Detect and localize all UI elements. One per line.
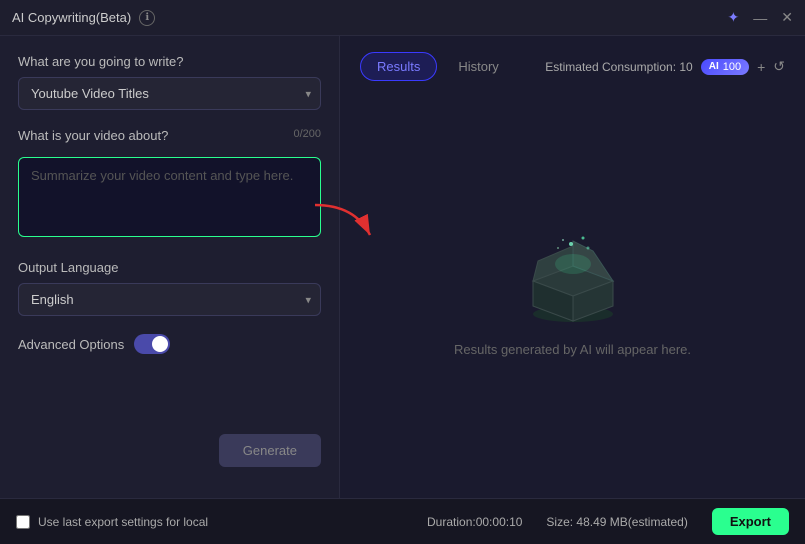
export-settings-checkbox[interactable] — [16, 515, 30, 529]
title-bar: AI Copywriting(Beta) ℹ ✦ — ✕ — [0, 0, 805, 36]
credits-count: 100 — [723, 61, 741, 73]
output-lang-select[interactable]: English Spanish French German Chinese — [18, 283, 321, 316]
consumption-area: Estimated Consumption: 10 AI 100 + ↺ — [545, 58, 785, 75]
video-about-wrapper — [18, 157, 321, 242]
results-area: Results generated by AI will appear here… — [360, 101, 785, 482]
title-bar-left: AI Copywriting(Beta) ℹ — [12, 10, 155, 26]
app-title: AI Copywriting(Beta) — [12, 10, 131, 25]
output-lang-wrapper: English Spanish French German Chinese ▾ — [18, 283, 321, 316]
minimize-icon[interactable]: — — [753, 10, 767, 26]
right-header: Results History Estimated Consumption: 1… — [360, 52, 785, 81]
video-about-label: What is your video about? — [18, 128, 168, 143]
export-button[interactable]: Export — [712, 508, 789, 535]
main-content: What are you going to write? Youtube Vid… — [0, 36, 805, 498]
star-icon[interactable]: ✦ — [728, 9, 740, 26]
write-label: What are you going to write? — [18, 54, 321, 69]
info-icon[interactable]: ℹ — [139, 10, 155, 26]
window-controls: ✦ — ✕ — [728, 9, 793, 26]
generate-btn-wrapper: Generate — [18, 434, 321, 467]
duration: Duration:00:00:10 — [427, 515, 522, 529]
advanced-options-label: Advanced Options — [18, 337, 124, 352]
footer-left: Use last export settings for local — [16, 515, 208, 529]
char-count: 0/200 — [293, 128, 321, 151]
tabs: Results History — [360, 52, 516, 81]
video-about-input[interactable] — [18, 157, 321, 237]
advanced-options-toggle[interactable] — [134, 334, 170, 354]
close-icon[interactable]: ✕ — [781, 9, 793, 26]
file-size: Size: 48.49 MB(estimated) — [546, 515, 687, 529]
ai-badge: AI 100 — [701, 59, 749, 75]
output-lang-label: Output Language — [18, 260, 321, 275]
tab-results[interactable]: Results — [360, 52, 437, 81]
write-type-wrapper: Youtube Video Titles Blog Post Product D… — [18, 77, 321, 110]
empty-state-illustration — [513, 226, 633, 326]
export-settings-label: Use last export settings for local — [38, 515, 208, 529]
ai-label: AI — [709, 61, 719, 72]
left-panel: What are you going to write? Youtube Vid… — [0, 36, 340, 498]
right-panel: Results History Estimated Consumption: 1… — [340, 36, 805, 498]
estimated-consumption: Estimated Consumption: 10 — [545, 60, 692, 74]
refresh-icon[interactable]: ↺ — [773, 58, 785, 75]
advanced-options-row: Advanced Options — [18, 334, 321, 354]
footer: Use last export settings for local Durat… — [0, 498, 805, 544]
write-type-select[interactable]: Youtube Video Titles Blog Post Product D… — [18, 77, 321, 110]
tab-history[interactable]: History — [441, 52, 515, 81]
generate-button[interactable]: Generate — [219, 434, 321, 467]
add-credits-icon[interactable]: + — [757, 59, 765, 75]
footer-right: Duration:00:00:10 Size: 48.49 MB(estimat… — [427, 508, 789, 535]
empty-state-text: Results generated by AI will appear here… — [454, 342, 691, 357]
